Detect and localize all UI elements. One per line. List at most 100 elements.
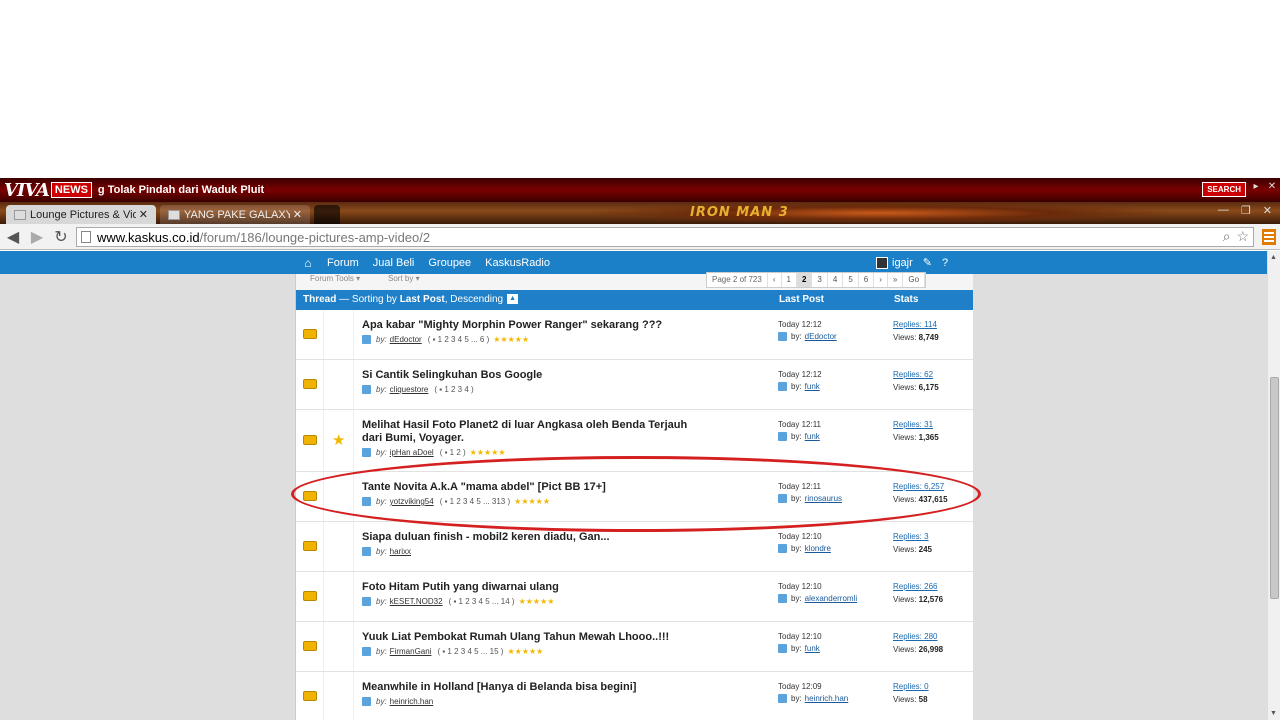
sort-by-menu[interactable]: Sort by ▾ [388, 274, 420, 283]
thread-title[interactable]: Melihat Hasil Foto Planet2 di luar Angka… [362, 419, 692, 445]
zoom-icon[interactable]: ⌕ [1223, 228, 1231, 245]
page-links[interactable]: ( ▪ 1 2 3 4 5 ... 313 ) [440, 497, 510, 506]
thread-title[interactable]: Yuuk Liat Pembokat Rumah Ulang Tahun Mew… [362, 631, 692, 644]
last-post-user[interactable]: rinosaurus [805, 494, 842, 503]
thread-author[interactable]: kESET.NOD32 [390, 597, 443, 606]
page-link[interactable]: 1 [782, 273, 797, 287]
thread-row[interactable]: Meanwhile in Holland [Hanya di Belanda b… [296, 672, 973, 720]
vertical-scrollbar[interactable]: ▲ ▼ [1267, 251, 1280, 720]
go-to-last-post-icon[interactable] [778, 494, 787, 503]
tab-lounge-pictures[interactable]: Lounge Pictures & Video ✕ [6, 205, 156, 224]
thread-author[interactable]: dEdoctor [390, 335, 422, 344]
replies-count[interactable]: Replies: 62 [893, 370, 933, 379]
last-post-user[interactable]: funk [805, 644, 820, 653]
go-to-last-post-icon[interactable] [778, 332, 787, 341]
go-to-first-unread-icon[interactable] [362, 697, 371, 706]
page-link[interactable]: 4 [828, 273, 844, 287]
page-links[interactable]: ( ▪ 1 2 ) [440, 448, 466, 457]
go-button[interactable]: Go [903, 273, 926, 287]
tab-close-icon[interactable]: ✕ [293, 208, 302, 221]
replies-count[interactable]: Replies: 280 [893, 632, 938, 641]
thread-author[interactable]: cliquestore [390, 385, 429, 394]
window-close-icon[interactable]: ✕ [1263, 204, 1272, 217]
thread-title[interactable]: Apa kabar "Mighty Morphin Power Ranger" … [362, 319, 692, 332]
tab-galaxy-note[interactable]: YANG PAKE GALAXY NOT ✕ [160, 205, 310, 224]
thread-row[interactable]: Apa kabar "Mighty Morphin Power Ranger" … [296, 310, 973, 360]
page-links[interactable]: ( ▪ 1 2 3 4 5 ... 14 ) [449, 597, 515, 606]
restore-icon[interactable]: ❐ [1241, 204, 1251, 217]
thread-title[interactable]: Meanwhile in Holland [Hanya di Belanda b… [362, 681, 692, 694]
last-post-user[interactable]: funk [805, 382, 820, 391]
user-avatar[interactable] [876, 256, 888, 269]
forum-tools-menu[interactable]: Forum Tools ▾ [310, 274, 360, 283]
thread-row[interactable]: Siapa duluan finish - mobil2 keren diadu… [296, 522, 973, 572]
nav-jual-beli[interactable]: Jual Beli [366, 257, 422, 269]
page-link[interactable]: 3 [812, 273, 828, 287]
thread-author[interactable]: heinrich.han [390, 697, 434, 706]
browser-menu-icon[interactable] [1262, 229, 1276, 245]
last-post-user[interactable]: klondre [805, 544, 831, 553]
go-to-last-post-icon[interactable] [778, 694, 787, 703]
go-to-first-unread-icon[interactable] [362, 497, 371, 506]
last-post-user[interactable]: funk [805, 432, 820, 441]
thread-title[interactable]: Si Cantik Selingkuhan Bos Google [362, 369, 692, 382]
nav-kaskusradio[interactable]: KaskusRadio [478, 257, 557, 269]
page-links[interactable]: ( ▪ 1 2 3 4 5 ... 15 ) [437, 647, 503, 656]
username[interactable]: igajr [892, 257, 913, 269]
sort-order-icon[interactable]: ▲ [507, 294, 519, 305]
prev-page-icon[interactable]: ‹ [768, 273, 782, 287]
back-arrow-icon[interactable]: ◀ [2, 226, 24, 248]
tab-close-icon[interactable]: ✕ [139, 208, 148, 221]
thread-author[interactable]: yotzviking54 [390, 497, 434, 506]
new-tab-button[interactable] [314, 205, 340, 224]
thread-author[interactable]: FirmanGani [390, 647, 432, 656]
thread-row[interactable]: Si Cantik Selingkuhan Bos Google by: cliqu… [296, 360, 973, 410]
scrollbar-thumb[interactable] [1270, 377, 1279, 599]
page-link[interactable]: 5 [843, 273, 859, 287]
page-link-current[interactable]: 2 [796, 273, 813, 287]
forward-arrow-icon[interactable]: ▶ [26, 226, 48, 248]
scroll-down-icon[interactable]: ▼ [1270, 710, 1277, 717]
page-links[interactable]: ( ▪ 1 2 3 4 ) [434, 385, 473, 394]
news-search-button[interactable]: SEARCH [1202, 182, 1246, 197]
scroll-up-icon[interactable]: ▲ [1270, 254, 1277, 261]
go-to-last-post-icon[interactable] [778, 594, 787, 603]
replies-count[interactable]: Replies: 114 [893, 320, 937, 329]
thread-author[interactable]: ipHan aDoel [390, 448, 434, 457]
go-to-first-unread-icon[interactable] [362, 547, 371, 556]
go-to-last-post-icon[interactable] [778, 644, 787, 653]
nav-forum[interactable]: Forum [320, 257, 366, 269]
nav-groupee[interactable]: Groupee [421, 257, 478, 269]
go-to-first-unread-icon[interactable] [362, 335, 371, 344]
edit-pencil-icon[interactable]: ✎ [923, 256, 932, 269]
thread-row[interactable]: Yuuk Liat Pembokat Rumah Ulang Tahun Mew… [296, 622, 973, 672]
last-post-user[interactable]: dEdoctor [805, 332, 837, 341]
thread-author[interactable]: harixx [390, 547, 411, 556]
replies-count[interactable]: Replies: 266 [893, 582, 938, 591]
thread-title[interactable]: Tante Novita A.k.A "mama abdel" [Pict BB… [362, 481, 692, 494]
go-to-first-unread-icon[interactable] [362, 647, 371, 656]
thread-title[interactable]: Foto Hitam Putih yang diwarnai ulang [362, 581, 692, 594]
go-to-first-unread-icon[interactable] [362, 385, 371, 394]
address-bar[interactable]: www.kaskus.co.id /forum/186/lounge-pictu… [76, 227, 1254, 247]
thread-row[interactable]: ★ Melihat Hasil Foto Planet2 di luar Angk… [296, 410, 973, 472]
replies-count[interactable]: Replies: 0 [893, 682, 929, 691]
thread-row[interactable]: Foto Hitam Putih yang diwarnai ulang by: k… [296, 572, 973, 622]
bookmark-star-icon[interactable]: ☆ [1236, 228, 1249, 245]
vivanews-logo[interactable]: VIVA NEWS [4, 180, 92, 201]
go-to-first-unread-icon[interactable] [362, 597, 371, 606]
last-page-icon[interactable]: » [888, 273, 904, 287]
go-to-last-post-icon[interactable] [778, 382, 787, 391]
go-to-first-unread-icon[interactable] [362, 448, 371, 457]
last-post-user[interactable]: alexanderromli [805, 594, 857, 603]
news-ticker[interactable]: g Tolak Pindah dari Waduk Pluit [98, 184, 264, 196]
go-to-last-post-icon[interactable] [778, 544, 787, 553]
page-links[interactable]: ( ▪ 1 2 3 4 5 ... 6 ) [428, 335, 490, 344]
thread-row[interactable]: Tante Novita A.k.A "mama abdel" [Pict BB… [296, 472, 973, 522]
thread-title[interactable]: Siapa duluan finish - mobil2 keren diadu… [362, 531, 692, 544]
replies-count[interactable]: Replies: 3 [893, 532, 929, 541]
cursor-icon[interactable]: ▸ [1250, 180, 1262, 192]
next-page-icon[interactable]: › [874, 273, 888, 287]
help-icon[interactable]: ? [942, 257, 948, 269]
minimize-icon[interactable]: — [1218, 204, 1229, 217]
